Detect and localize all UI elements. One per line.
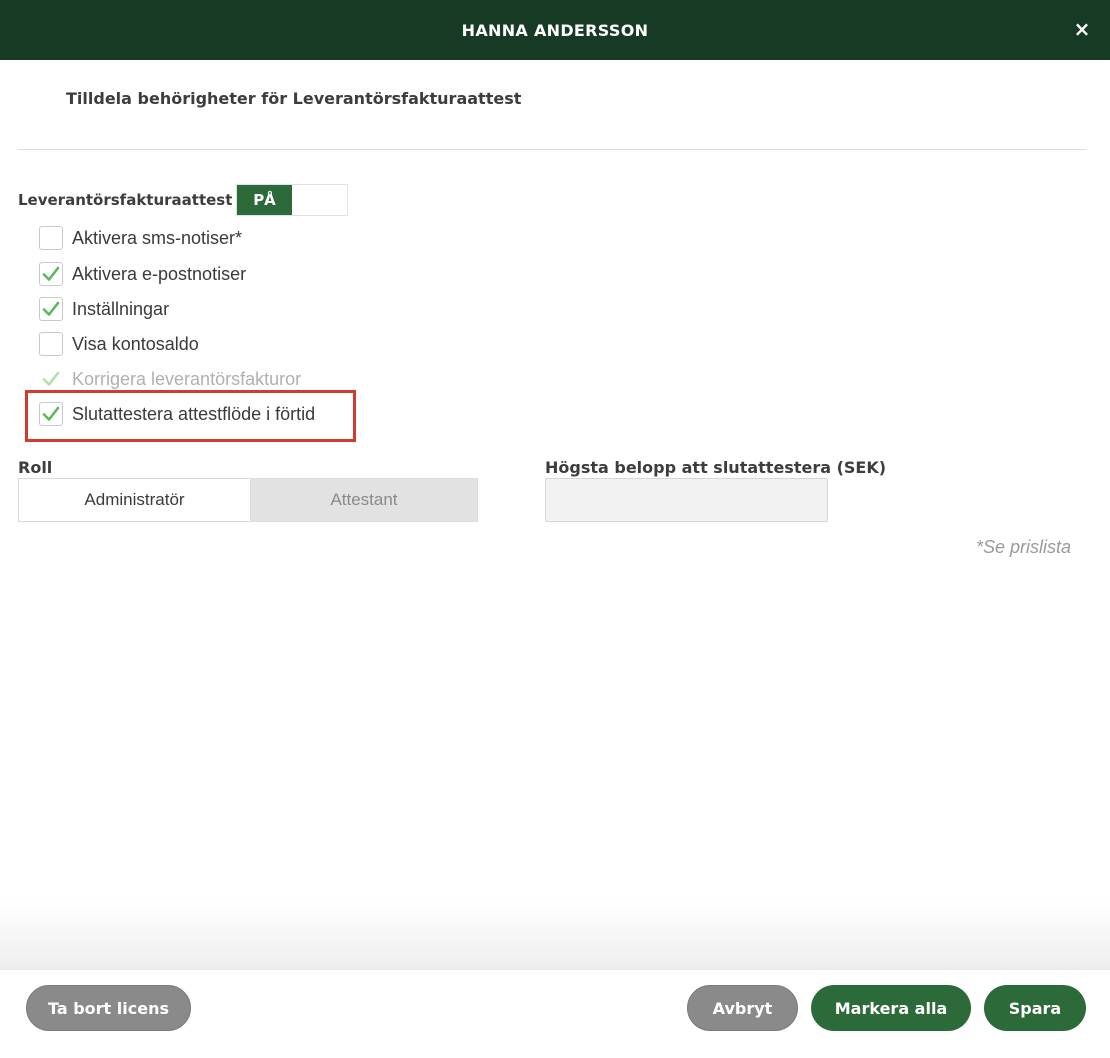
checkbox-label: Korrigera leverantörsfakturor <box>72 368 302 389</box>
checkbox-checked[interactable] <box>39 262 63 286</box>
module-toggle[interactable]: PÅ <box>236 184 348 216</box>
checkbox-correct-invoices: Korrigera leverantörsfakturor <box>39 366 301 392</box>
checkbox-email-notifications[interactable]: Aktivera e-postnotiser <box>39 261 246 287</box>
checkbox-checked[interactable] <box>39 297 63 321</box>
highlight-annotation <box>25 390 356 442</box>
role-option-administrator[interactable]: Administratör <box>18 478 251 522</box>
price-list-note: *Se prislista <box>975 537 1071 557</box>
checkbox-sms-notifications[interactable]: Aktivera sms-notiser* <box>39 225 242 251</box>
checkbox-label: Inställningar <box>72 298 170 319</box>
checkbox-label: Aktivera e-postnotiser <box>72 263 247 284</box>
max-amount-input[interactable] <box>545 478 828 522</box>
footer-shadow <box>0 900 1110 970</box>
modal-header: HANNA ANDERSSON × <box>0 0 1110 60</box>
max-amount-label: Högsta belopp att slutattestera (SEK) <box>545 458 887 477</box>
checkbox-unchecked[interactable] <box>39 332 63 356</box>
checkbox-unchecked[interactable] <box>39 226 63 250</box>
check-icon <box>42 266 60 281</box>
page-subtitle: Tilldela behörigheter för Leverantörsfak… <box>66 89 522 108</box>
checkbox-account-balance[interactable]: Visa kontosaldo <box>39 331 199 357</box>
check-icon <box>42 301 60 316</box>
remove-license-button[interactable]: Ta bort licens <box>26 985 191 1031</box>
checkbox-label: Aktivera sms-notiser* <box>72 227 243 248</box>
role-option-attestant[interactable]: Attestant <box>250 478 478 522</box>
checkbox-settings[interactable]: Inställningar <box>39 296 169 322</box>
save-button[interactable]: Spara <box>984 985 1086 1031</box>
modal-title: HANNA ANDERSSON <box>461 20 649 40</box>
checkbox-label: Visa kontosaldo <box>72 333 199 354</box>
divider <box>18 149 1086 150</box>
role-label: Roll <box>18 458 53 477</box>
mark-all-button[interactable]: Markera alla <box>811 985 971 1031</box>
checkbox-checked-disabled <box>39 367 63 391</box>
check-icon <box>42 371 60 386</box>
close-icon[interactable]: × <box>1072 19 1092 39</box>
cancel-button[interactable]: Avbryt <box>687 985 798 1031</box>
module-label: Leverantörsfakturaattest <box>18 191 233 209</box>
toggle-on-label: PÅ <box>237 185 292 215</box>
